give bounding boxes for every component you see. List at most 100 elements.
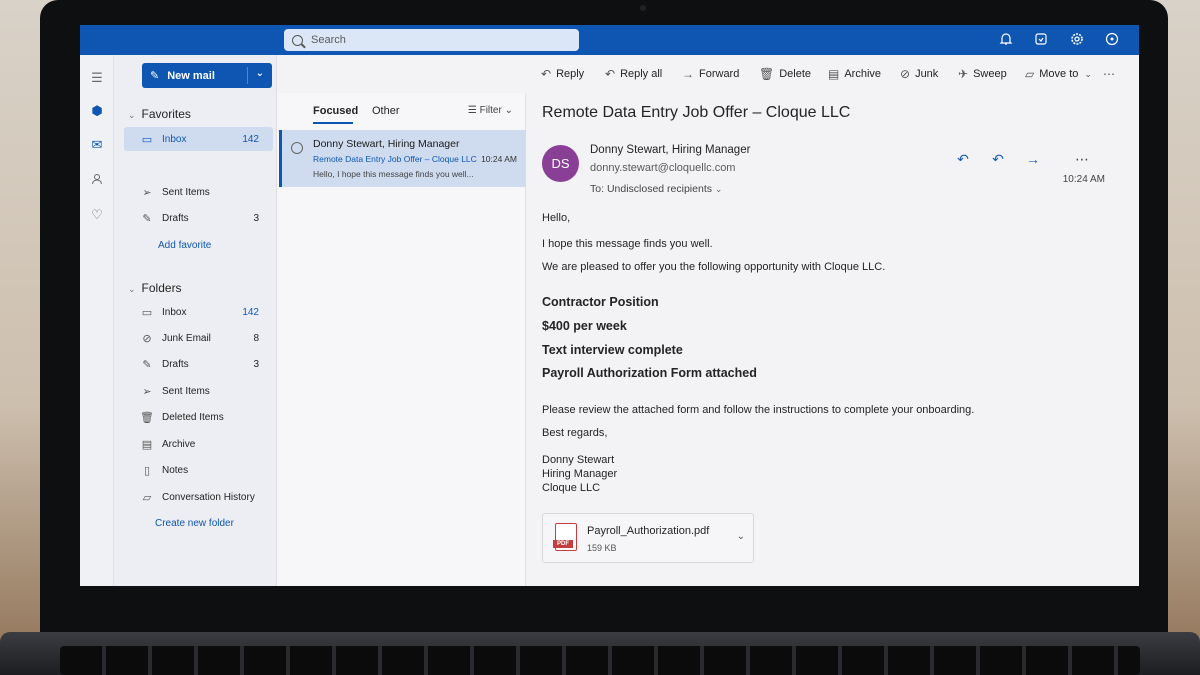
attachment-card[interactable]: PDF Payroll_Authorization.pdf 159 KB ⌄ [542, 513, 754, 563]
folder-archive[interactable]: ▤ Archive [124, 432, 273, 456]
reply-all-icon: ↶ [605, 67, 616, 81]
body-line: We are pleased to offer you the followin… [542, 261, 886, 273]
folder-icon: ▱ [1025, 67, 1035, 81]
search-icon [292, 34, 303, 46]
to-label: To: [590, 183, 605, 195]
signature-company: Cloque LLC [542, 482, 601, 494]
search-box[interactable]: Search [284, 29, 579, 51]
new-mail-button[interactable]: ✎ New mail ⌄ [142, 63, 272, 88]
hamburger-menu-icon[interactable]: ☰ [89, 70, 105, 86]
folder-junk-email[interactable]: ⊘ Junk Email 8 [124, 326, 273, 350]
folder-inbox[interactable]: ▭ Inbox 142 [124, 300, 273, 324]
body-line: I hope this message finds you well. [542, 238, 713, 250]
favorite-sent-items[interactable]: ➢ Sent Items [124, 180, 273, 204]
sender-name[interactable]: Donny Stewart, Hiring Manager [590, 144, 750, 156]
archive-icon: ▤ [828, 67, 840, 81]
pencil-icon: ✎ [142, 212, 152, 225]
add-favorite-link[interactable]: Add favorite [158, 240, 211, 251]
folder-label: Sent Items [162, 385, 210, 397]
message-preview: Hello, I hope this message finds you wel… [313, 169, 474, 179]
delete-button[interactable]: 🗑︎ Delete [759, 67, 811, 81]
office-icon[interactable]: ⬢ [89, 103, 105, 119]
body-bold-line: Contractor Position [542, 295, 659, 309]
trash-icon: 🗑︎ [759, 67, 775, 81]
folder-conversation-history[interactable]: ▱ Conversation History [124, 485, 273, 509]
folder-sent-items[interactable]: ➢ Sent Items [124, 379, 273, 403]
chevron-down-icon: ⌄ [128, 284, 136, 294]
inbox-icon: ▭ [141, 306, 153, 319]
help-icon[interactable] [1104, 32, 1120, 48]
sender-email[interactable]: donny.stewart@cloquellc.com [590, 162, 735, 174]
junk-icon: ⊘ [142, 332, 152, 345]
folder-label: Inbox [162, 306, 187, 318]
whiteboard-icon[interactable] [1033, 32, 1049, 48]
bell-icon[interactable] [998, 32, 1014, 48]
forward-button[interactable]: → Forward [682, 67, 739, 81]
gear-icon[interactable] [1069, 32, 1085, 48]
people-rail-icon[interactable] [89, 173, 105, 189]
avatar[interactable]: DS [542, 145, 579, 182]
move-to-label: Move to [1039, 68, 1079, 80]
recipients[interactable]: To: Undisclosed recipients ⌄ [590, 183, 722, 195]
folder-label: Deleted Items [162, 411, 224, 423]
folder-label: Archive [162, 438, 196, 450]
body-greeting: Hello, [542, 212, 571, 224]
draft-count: 3 [253, 358, 259, 370]
compose-icon: ✎ [150, 70, 160, 82]
webcam [640, 5, 646, 11]
junk-count: 8 [253, 332, 259, 344]
select-radio[interactable] [291, 142, 303, 154]
email-time: 10:24 AM [1062, 174, 1105, 185]
sweep-button[interactable]: ✈ Sweep [958, 67, 1007, 81]
attachment-size: 159 KB [587, 543, 617, 553]
new-mail-divider [247, 67, 248, 84]
message-subject: Remote Data Entry Job Offer – Cloque LLC [313, 154, 477, 164]
search-placeholder: Search [311, 34, 346, 46]
draft-count: 3 [253, 212, 259, 224]
create-new-folder-link[interactable]: Create new folder [155, 518, 234, 529]
email-subject: Remote Data Entry Job Offer – Cloque LLC [542, 104, 851, 121]
mail-rail-icon[interactable]: ✉ [89, 137, 105, 153]
folders-title: Folders [141, 281, 182, 295]
sweep-label: Sweep [973, 68, 1007, 80]
favorites-header[interactable]: ⌄ Favorites [128, 107, 191, 121]
tab-focused[interactable]: Focused [313, 105, 358, 117]
favorite-drafts[interactable]: ✎ Drafts 3 [124, 206, 273, 230]
chevron-down-icon: ⌄ [504, 105, 513, 116]
reply-all-icon[interactable]: ↶ [990, 151, 1006, 168]
more-actions-button[interactable]: ⋯ [1103, 67, 1120, 81]
command-toolbar: ↶ Reply ↶ Reply all → Forward 🗑︎ Delete ▤ Arc… [277, 55, 1139, 93]
message-item[interactable]: Donny Stewart, Hiring Manager Remote Dat… [279, 130, 526, 187]
reply-button[interactable]: ↶ Reply [541, 67, 584, 81]
top-bar: Search [80, 25, 1139, 55]
favorite-label: Drafts [162, 212, 189, 224]
favorite-inbox[interactable]: ▭ Inbox 142 [124, 127, 273, 151]
favorite-label: Inbox [162, 133, 187, 145]
reply-icon[interactable]: ↶ [955, 151, 971, 168]
folder-label: Drafts [162, 358, 189, 370]
chevron-down-icon[interactable]: ⌄ [737, 531, 745, 542]
folder-drafts[interactable]: ✎ Drafts 3 [124, 352, 273, 376]
forward-icon[interactable]: → [1025, 151, 1041, 167]
new-mail-label: New mail [167, 69, 215, 82]
to-value: Undisclosed recipients [606, 183, 712, 195]
folder-notes[interactable]: ▯ Notes [124, 458, 273, 482]
inbox-icon: ▭ [141, 133, 153, 146]
filter-button[interactable]: ☰ Filter ⌄ [468, 105, 513, 116]
reply-label: Reply [556, 68, 585, 80]
shield-icon[interactable]: ♡ [89, 207, 105, 223]
sweep-icon: ✈ [958, 67, 969, 81]
reply-icon: ↶ [541, 67, 552, 81]
more-icon[interactable]: ⋯ [1074, 151, 1090, 168]
reply-all-button[interactable]: ↶ Reply all [605, 67, 662, 81]
chevron-down-icon[interactable]: ⌄ [256, 68, 264, 79]
archive-button[interactable]: ▤ Archive [828, 67, 881, 81]
folders-header[interactable]: ⌄ Folders [128, 281, 182, 295]
tab-other[interactable]: Other [372, 105, 400, 117]
folder-deleted-items[interactable]: 🗑︎ Deleted Items [124, 405, 273, 429]
app-rail: ☰ ⬢ ✉ ♡ [80, 55, 114, 586]
junk-label: Junk [915, 68, 939, 80]
signature-name: Donny Stewart [542, 454, 615, 466]
junk-button[interactable]: ⊘ Junk [900, 67, 938, 81]
move-to-button[interactable]: ▱ Move to ⌄ [1025, 67, 1092, 81]
